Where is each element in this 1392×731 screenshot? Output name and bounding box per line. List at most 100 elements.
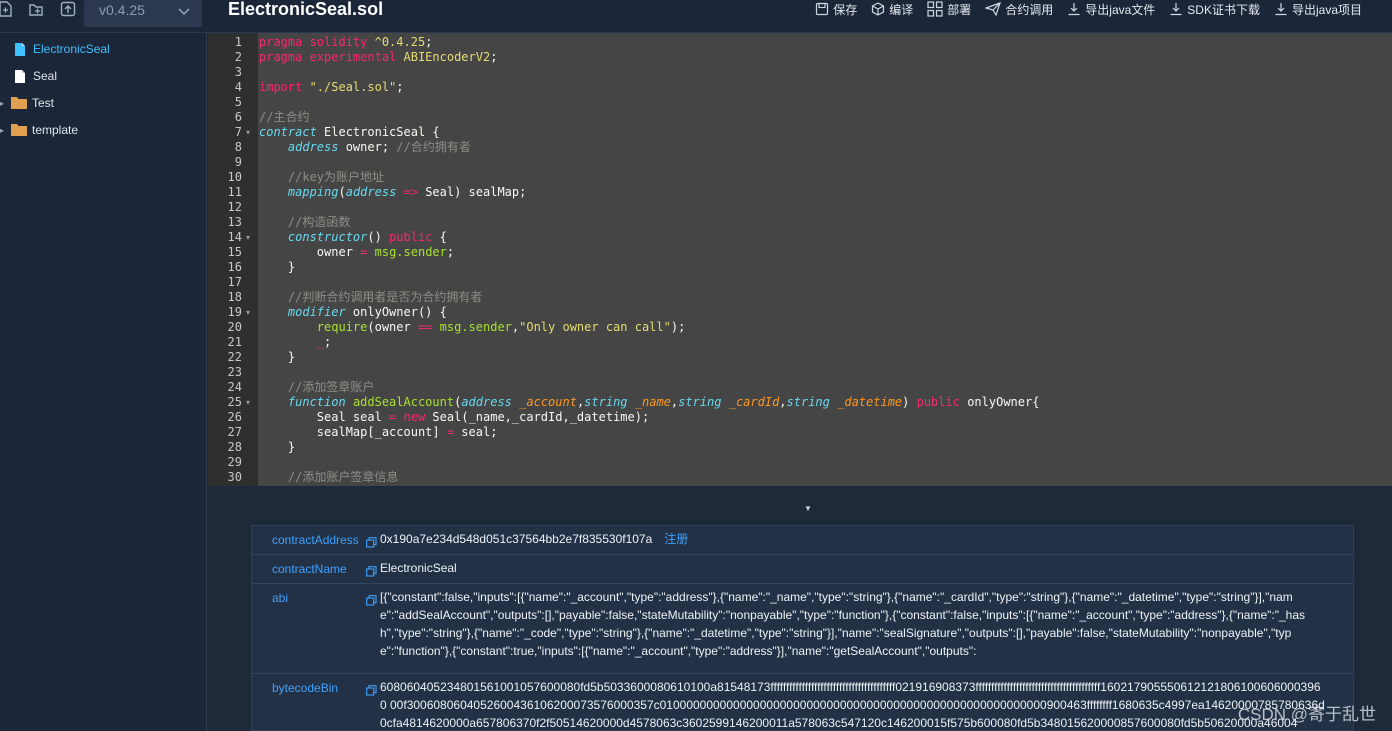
export-java-project-button-label: 导出java项目 <box>1291 2 1362 17</box>
result-key: bytecodeBin <box>272 681 339 695</box>
result-key: contractName <box>272 562 347 576</box>
line-number: 23 <box>227 365 242 379</box>
code-line: owner = msg.sender; <box>259 245 455 259</box>
bytecode-value: 608060405234801561001057600080fd5b503360… <box>380 680 1325 730</box>
toolbar-icon-group <box>0 0 80 33</box>
line-number: 13 <box>227 215 242 229</box>
sdk-cert-download-button[interactable]: SDK证书下载 <box>1169 0 1260 18</box>
contract-call-button[interactable]: 合约调用 <box>984 0 1054 18</box>
sidebar-item-label: Seal <box>33 69 58 83</box>
line-number-gutter: 1 2 3 4 5 6 7 ▾ 8 9 10 11 12 13 14 ▾ 15 … <box>208 33 258 486</box>
code-line: contract ElectronicSeal { <box>259 125 440 139</box>
compile-button[interactable]: 编译 <box>871 0 913 18</box>
watermark: CSDN @寄于乱世 <box>1237 705 1376 724</box>
grid-icon <box>927 1 943 17</box>
code-line: //构造函数 <box>287 215 351 229</box>
send-icon <box>984 2 1002 17</box>
file-icon <box>14 69 28 84</box>
caret-down-icon[interactable]: ▼ <box>804 504 812 513</box>
export-java-project-button[interactable]: 导出java项目 <box>1274 0 1362 18</box>
code-line: constructor() public { <box>287 230 447 244</box>
new-folder-icon[interactable] <box>27 1 45 19</box>
code-line: _; <box>316 335 332 349</box>
code-line: pragma experimental ABIEncoderV2; <box>259 50 498 64</box>
copy-icon[interactable] <box>366 593 377 606</box>
result-row-contract-name: contractName ElectronicSeal <box>252 555 1353 584</box>
panel-splitter[interactable]: ▼ <box>208 486 1392 526</box>
contract-address-value: 0x190a7e234d548d051c37564bb2e7f835530f10… <box>380 532 653 546</box>
upload-icon[interactable] <box>59 1 77 19</box>
line-number: 28 <box>227 440 242 454</box>
line-number: 30 <box>227 470 242 484</box>
sidebar-item-template[interactable]: ▸ template <box>0 120 78 140</box>
code-line: require(owner == msg.sender,"Only owner … <box>316 320 686 334</box>
file-tree-sidebar: ElectronicSeal Seal ▸ Test ▸ template <box>0 33 207 731</box>
code-line: pragma solidity ^0.4.25; <box>259 35 433 49</box>
save-button[interactable]: 保存 <box>815 0 857 18</box>
contract-call-button-label: 合约调用 <box>1005 2 1054 17</box>
code-line: sealMap[_account] = seal; <box>259 425 498 439</box>
line-number: 16 <box>227 260 242 274</box>
download-icon <box>1274 2 1288 16</box>
result-key: abi <box>272 591 289 605</box>
result-row-abi: abi [{"constant":false,"inputs":[{"name"… <box>252 584 1353 674</box>
fold-arrow-icon[interactable]: ▾ <box>246 305 250 320</box>
copy-icon[interactable] <box>366 535 377 548</box>
code-line: mapping(address => Seal) sealMap; <box>287 185 527 199</box>
chevron-down-icon <box>177 4 191 23</box>
register-link[interactable]: 注册 <box>664 532 688 546</box>
cube-icon <box>871 2 885 16</box>
deploy-result-panel: contractAddress 0x190a7e234d548d051c3756… <box>251 525 1354 731</box>
line-number: 8 <box>234 140 242 154</box>
code-line: //添加账户签章信息 <box>287 470 399 484</box>
code-line: } <box>259 260 296 274</box>
line-number: 22 <box>227 350 242 364</box>
save-icon <box>815 2 829 16</box>
line-number: 1 <box>234 35 242 49</box>
export-java-file-button-label: 导出java文件 <box>1085 2 1156 17</box>
sidebar-item-label: template <box>32 123 79 137</box>
compiler-version-select[interactable]: v0.4.25 <box>84 0 202 27</box>
line-number: 7 <box>234 125 242 139</box>
fold-arrow-icon[interactable]: ▾ <box>246 230 250 245</box>
result-row-contract-address: contractAddress 0x190a7e234d548d051c3756… <box>252 526 1353 555</box>
export-java-file-button[interactable]: 导出java文件 <box>1067 0 1155 18</box>
file-title: ElectronicSeal.sol <box>228 0 384 19</box>
line-number: 12 <box>227 200 242 214</box>
compile-button-label: 编译 <box>889 2 914 17</box>
line-number: 27 <box>227 425 242 439</box>
line-number: 11 <box>227 185 242 199</box>
code-line: import "./Seal.sol"; <box>259 80 404 94</box>
line-number: 20 <box>227 320 242 334</box>
copy-icon[interactable] <box>366 564 377 577</box>
contract-name-value: ElectronicSeal <box>380 561 457 575</box>
sidebar-item-seal[interactable]: Seal <box>0 66 57 86</box>
sidebar-item-electronicseal[interactable]: ElectronicSeal <box>0 39 110 59</box>
caret-right-icon[interactable]: ▸ <box>0 99 8 108</box>
fold-arrow-icon[interactable]: ▾ <box>246 125 250 140</box>
code-line: //添加签章账户 <box>287 380 375 394</box>
sidebar-item-test[interactable]: ▸ Test <box>0 93 54 113</box>
line-number: 2 <box>234 50 242 64</box>
code-text-area[interactable]: pragma solidity ^0.4.25; pragma experimen… <box>258 33 1392 486</box>
result-value: 0x190a7e234d548d051c37564bb2e7f835530f10… <box>380 530 1340 548</box>
line-number: 14 <box>227 230 242 244</box>
top-toolbar: v0.4.25 ElectronicSeal.sol 保存 编译 部署 合约调用… <box>0 0 1392 33</box>
code-line: } <box>259 440 296 454</box>
result-key: contractAddress <box>272 533 359 547</box>
new-file-icon[interactable] <box>0 1 14 19</box>
line-number: 6 <box>234 110 242 124</box>
code-line: } <box>259 350 296 364</box>
line-number: 15 <box>227 245 242 259</box>
line-number: 9 <box>234 155 242 169</box>
line-number: 17 <box>227 275 242 289</box>
result-row-bytecode: bytecodeBin 6080604052348015610010576000… <box>252 674 1353 731</box>
caret-right-icon[interactable]: ▸ <box>0 126 8 135</box>
code-editor[interactable]: 1 2 3 4 5 6 7 ▾ 8 9 10 11 12 13 14 ▾ 15 … <box>208 33 1392 486</box>
line-number: 19 <box>227 305 242 319</box>
deploy-button[interactable]: 部署 <box>927 0 971 18</box>
copy-icon[interactable] <box>366 683 377 696</box>
fold-arrow-icon[interactable]: ▾ <box>246 395 250 410</box>
code-line: Seal seal = new Seal(_name,_cardId,_date… <box>259 410 650 424</box>
line-number: 18 <box>227 290 242 304</box>
